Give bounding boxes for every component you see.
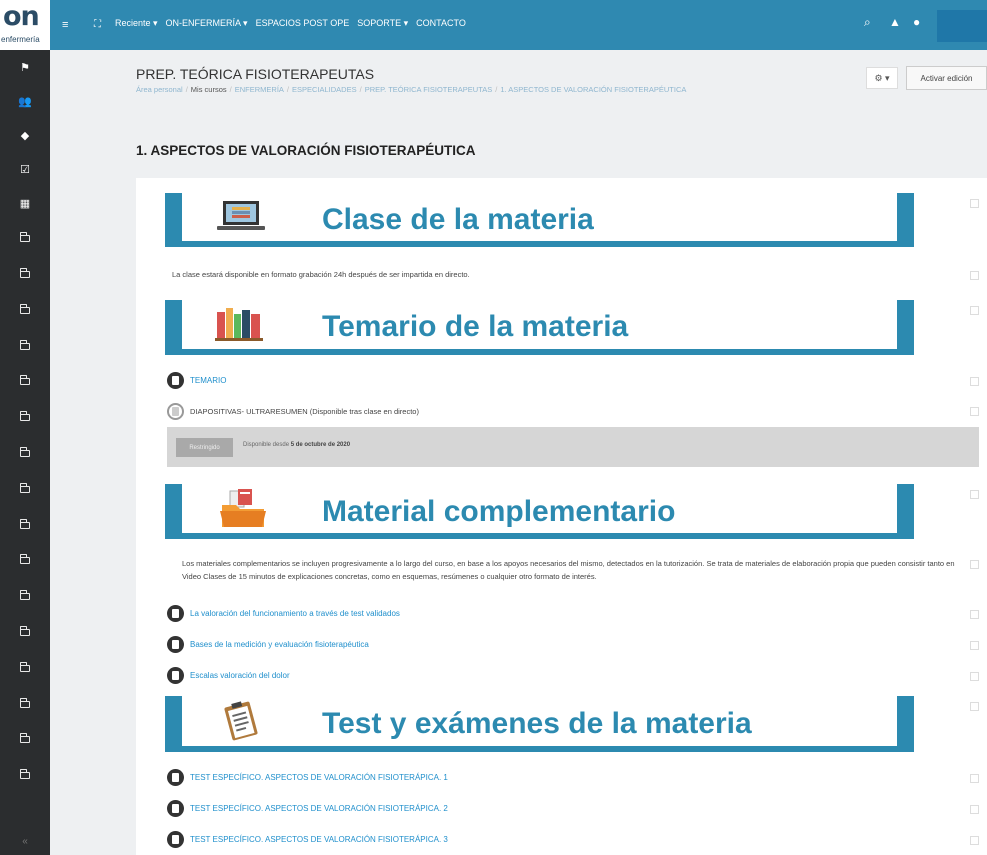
laptop-icon <box>217 201 265 230</box>
quiz-icon <box>167 800 184 817</box>
material-note: Los materiales complementarios se incluy… <box>182 559 955 581</box>
notifications-bell-icon[interactable]: ▲ <box>889 15 901 29</box>
restricted-badge: Restringido <box>176 438 233 457</box>
clipboard-icon <box>224 701 258 741</box>
file-resource-icon <box>167 667 184 684</box>
completion-checkbox[interactable] <box>970 199 979 208</box>
site-logo[interactable]: on enfermería <box>0 0 50 50</box>
breadcrumb-course[interactable]: PREP. TEÓRICA FISIOTERAPEUTAS <box>365 85 493 94</box>
sidebar-competencies-icon[interactable]: ☑ <box>0 152 50 186</box>
collapse-sidebar-icon[interactable]: « <box>0 836 50 847</box>
completion-checkbox[interactable] <box>970 672 979 681</box>
completion-checkbox[interactable] <box>970 610 979 619</box>
sidebar-participants-icon[interactable]: 👥 <box>0 84 50 118</box>
breadcrumb-mis-cursos[interactable]: Mis cursos <box>191 85 227 94</box>
restriction-text: Disponible desde 5 de octubre de 2020 <box>243 442 351 448</box>
menu-item-espacios-post-ope[interactable]: ESPACIOS POST OPE <box>256 18 350 29</box>
file-resource-icon <box>167 372 184 389</box>
sidebar-dashboard-icon[interactable]: ⚑ <box>0 50 50 84</box>
resource-diapositivas: DIAPOSITIVAS- ULTRARESUMEN (Disponible t… <box>190 407 419 416</box>
completion-checkbox[interactable] <box>970 836 979 845</box>
sidebar-folder-icon[interactable] <box>0 758 50 792</box>
completion-checkbox[interactable] <box>970 490 979 499</box>
menu-item-on-enfermeria[interactable]: ON-ENFERMERÍA ▾ <box>166 18 248 29</box>
section-title: 1. ASPECTOS DE VALORACIÓN FISIOTERAPÉUTI… <box>136 143 476 158</box>
sidebar-folder-icon[interactable] <box>0 472 50 506</box>
completion-checkbox[interactable] <box>970 377 979 386</box>
sidebar-folder-icon[interactable] <box>0 257 50 291</box>
sidebar-badges-icon[interactable]: ◆ <box>0 118 50 152</box>
banner-material-text: Material complementario <box>322 495 676 528</box>
sidebar-folder-icon[interactable] <box>0 293 50 327</box>
main-menu: Reciente ▾ ON-ENFERMERÍA ▾ ESPACIOS POST… <box>115 18 466 29</box>
banner-temario-text: Temario de la materia <box>322 310 629 343</box>
sidebar-folder-icon[interactable] <box>0 687 50 721</box>
completion-checkbox[interactable] <box>970 271 979 280</box>
file-resource-icon <box>167 403 184 420</box>
sidebar-folder-icon[interactable] <box>0 436 50 470</box>
logo-mark: on <box>3 1 40 32</box>
fullscreen-icon[interactable]: ⛶ <box>94 17 101 33</box>
menu-item-contacto[interactable]: CONTACTO <box>416 18 466 29</box>
quiz-link[interactable]: TEST ESPECÍFICO. ASPECTOS DE VALORACIÓN … <box>190 835 448 844</box>
file-resource-icon <box>167 605 184 622</box>
sidebar-folder-icon[interactable] <box>0 508 50 542</box>
sidebar-folder-icon[interactable] <box>0 579 50 613</box>
quiz-link[interactable]: TEST ESPECÍFICO. ASPECTOS DE VALORACIÓN … <box>190 773 448 782</box>
sidebar-folder-icon[interactable] <box>0 221 50 255</box>
completion-checkbox[interactable] <box>970 641 979 650</box>
completion-checkbox[interactable] <box>970 407 979 416</box>
menu-toggle-icon[interactable]: ≡ <box>62 17 68 33</box>
breadcrumb-section[interactable]: 1. ASPECTOS DE VALORACIÓN FISIOTERAPÉUTI… <box>500 85 686 94</box>
breadcrumb-enfermeria[interactable]: ENFERMERÍA <box>235 85 284 94</box>
sidebar-folder-icon[interactable] <box>0 400 50 434</box>
banner-clase: Clase de la materia <box>165 193 914 247</box>
banner-temario: Temario de la materia <box>165 300 914 355</box>
logo-subtext: enfermería <box>1 35 40 44</box>
completion-checkbox[interactable] <box>970 560 979 569</box>
sidebar-folder-icon[interactable] <box>0 651 50 685</box>
completion-checkbox[interactable] <box>970 702 979 711</box>
sidebar: ⚑ 👥 ◆ ☑ ▦ « <box>0 50 50 855</box>
menu-item-soporte[interactable]: SOPORTE ▾ <box>357 18 408 29</box>
activar-edicion-button[interactable]: Activar edición <box>906 66 987 90</box>
sidebar-folder-icon[interactable] <box>0 364 50 398</box>
completion-checkbox[interactable] <box>970 306 979 315</box>
completion-checkbox[interactable] <box>970 774 979 783</box>
sidebar-folder-icon[interactable] <box>0 543 50 577</box>
banner-material: Material complementario <box>165 484 914 539</box>
search-icon[interactable]: ⌕ <box>864 15 871 30</box>
top-navbar: on enfermería ≡ ⛶ Reciente ▾ ON-ENFERMER… <box>0 0 987 50</box>
menu-item-reciente[interactable]: Reciente ▾ <box>115 18 158 29</box>
course-settings-gear-button[interactable]: ⚙ ▾ <box>866 67 898 89</box>
material-link[interactable]: La valoración del funcionamiento a travé… <box>190 609 400 618</box>
quiz-icon <box>167 831 184 848</box>
banner-test-text: Test y exámenes de la materia <box>322 707 752 740</box>
user-menu[interactable] <box>937 10 987 42</box>
books-icon <box>215 308 263 341</box>
quiz-link[interactable]: TEST ESPECÍFICO. ASPECTOS DE VALORACIÓN … <box>190 804 448 813</box>
sidebar-grades-icon[interactable]: ▦ <box>0 186 50 220</box>
completion-checkbox[interactable] <box>970 805 979 814</box>
clase-note: La clase estará disponible en formato gr… <box>172 270 470 279</box>
availability-restriction: Restringido Disponible desde 5 de octubr… <box>167 427 979 467</box>
breadcrumb-area-personal[interactable]: Área personal <box>136 85 183 94</box>
banner-clase-text: Clase de la materia <box>322 203 594 236</box>
sidebar-folder-icon[interactable] <box>0 615 50 649</box>
sidebar-folder-icon[interactable] <box>0 722 50 756</box>
sidebar-folder-icon[interactable] <box>0 329 50 363</box>
course-title: PREP. TEÓRICA FISIOTERAPEUTAS <box>136 66 375 82</box>
breadcrumb: Área personal / Mis cursos / ENFERMERÍA / ESPE… <box>136 85 687 94</box>
file-resource-icon <box>167 636 184 653</box>
quiz-icon <box>167 769 184 786</box>
breadcrumb-especialidades[interactable]: ESPECIALIDADES <box>292 85 357 94</box>
messages-icon[interactable]: ● <box>913 15 920 29</box>
material-link[interactable]: Escalas valoración del dolor <box>190 671 290 680</box>
resource-link-temario[interactable]: TEMARIO <box>190 376 226 385</box>
material-link[interactable]: Bases de la medición y evaluación fisiot… <box>190 640 369 649</box>
banner-test: Test y exámenes de la materia <box>165 696 914 752</box>
folder-documents-icon <box>220 489 266 527</box>
